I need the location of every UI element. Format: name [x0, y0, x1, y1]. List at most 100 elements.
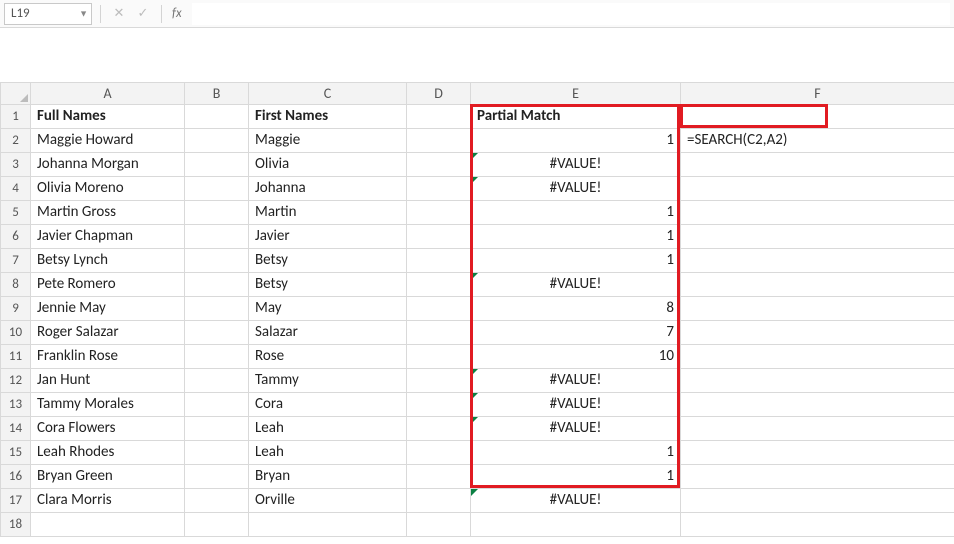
cell-E17[interactable]: #VALUE! [471, 489, 681, 513]
cell-D9[interactable] [407, 297, 471, 321]
col-header-C[interactable]: C [249, 83, 407, 105]
cell-E7[interactable]: 1 [471, 249, 681, 273]
cell-B12[interactable] [185, 369, 249, 393]
cell-F6[interactable] [681, 225, 954, 249]
row-header-2[interactable]: 2 [1, 129, 31, 153]
cell-A10[interactable]: Roger Salazar [31, 321, 185, 345]
cancel-formula-button[interactable]: ✕ [109, 4, 129, 24]
cell-D5[interactable] [407, 201, 471, 225]
select-all-corner[interactable] [1, 83, 31, 105]
cell-B8[interactable] [185, 273, 249, 297]
cell-B11[interactable] [185, 345, 249, 369]
row-header-7[interactable]: 7 [1, 249, 31, 273]
cell-F13[interactable] [681, 393, 954, 417]
cell-C12[interactable]: Tammy [249, 369, 407, 393]
cell-C8[interactable]: Betsy [249, 273, 407, 297]
cell-D12[interactable] [407, 369, 471, 393]
cell-C18[interactable] [249, 513, 407, 537]
row-header-8[interactable]: 8 [1, 273, 31, 297]
cell-C11[interactable]: Rose [249, 345, 407, 369]
cell-F17[interactable] [681, 489, 954, 513]
cell-E8[interactable]: #VALUE! [471, 273, 681, 297]
cell-F15[interactable] [681, 441, 954, 465]
cell-F10[interactable] [681, 321, 954, 345]
cell-D3[interactable] [407, 153, 471, 177]
cell-B14[interactable] [185, 417, 249, 441]
cell-E14[interactable]: #VALUE! [471, 417, 681, 441]
cell-B10[interactable] [185, 321, 249, 345]
row-header-10[interactable]: 10 [1, 321, 31, 345]
col-header-E[interactable]: E [471, 83, 681, 105]
cell-A4[interactable]: Olivia Moreno [31, 177, 185, 201]
cell-C10[interactable]: Salazar [249, 321, 407, 345]
cell-D15[interactable] [407, 441, 471, 465]
worksheet-grid[interactable]: A B C D E F 1Full NamesFirst NamesPartia… [0, 82, 954, 537]
cell-D17[interactable] [407, 489, 471, 513]
cell-B3[interactable] [185, 153, 249, 177]
row-header-13[interactable]: 13 [1, 393, 31, 417]
cell-B2[interactable] [185, 129, 249, 153]
cell-F9[interactable] [681, 297, 954, 321]
cell-E11[interactable]: 10 [471, 345, 681, 369]
cell-A8[interactable]: Pete Romero [31, 273, 185, 297]
cell-A5[interactable]: Martin Gross [31, 201, 185, 225]
row-header-6[interactable]: 6 [1, 225, 31, 249]
cell-B4[interactable] [185, 177, 249, 201]
cell-A7[interactable]: Betsy Lynch [31, 249, 185, 273]
row-header-16[interactable]: 16 [1, 465, 31, 489]
formula-input[interactable] [192, 3, 950, 25]
cell-A17[interactable]: Clara Morris [31, 489, 185, 513]
cell-D10[interactable] [407, 321, 471, 345]
cell-D13[interactable] [407, 393, 471, 417]
cell-F12[interactable] [681, 369, 954, 393]
cell-C3[interactable]: Olivia [249, 153, 407, 177]
row-header-14[interactable]: 14 [1, 417, 31, 441]
row-header-17[interactable]: 17 [1, 489, 31, 513]
col-header-A[interactable]: A [31, 83, 185, 105]
cell-E15[interactable]: 1 [471, 441, 681, 465]
cell-D6[interactable] [407, 225, 471, 249]
cell-F1[interactable] [681, 105, 954, 129]
cell-A16[interactable]: Bryan Green [31, 465, 185, 489]
cell-D18[interactable] [407, 513, 471, 537]
chevron-down-icon[interactable]: ▼ [79, 8, 88, 19]
cell-B5[interactable] [185, 201, 249, 225]
cell-A9[interactable]: Jennie May [31, 297, 185, 321]
cell-A12[interactable]: Jan Hunt [31, 369, 185, 393]
cell-B9[interactable] [185, 297, 249, 321]
cell-C9[interactable]: May [249, 297, 407, 321]
cell-D1[interactable] [407, 105, 471, 129]
cell-D7[interactable] [407, 249, 471, 273]
cell-C14[interactable]: Leah [249, 417, 407, 441]
cell-C1[interactable]: First Names [249, 105, 407, 129]
confirm-formula-button[interactable]: ✓ [133, 4, 153, 24]
cell-A14[interactable]: Cora Flowers [31, 417, 185, 441]
fx-icon[interactable]: fx [172, 6, 182, 21]
cell-F11[interactable] [681, 345, 954, 369]
cell-B7[interactable] [185, 249, 249, 273]
cell-B13[interactable] [185, 393, 249, 417]
cell-C13[interactable]: Cora [249, 393, 407, 417]
cell-A15[interactable]: Leah Rhodes [31, 441, 185, 465]
col-header-F[interactable]: F [681, 83, 954, 105]
cell-E5[interactable]: 1 [471, 201, 681, 225]
cell-F8[interactable] [681, 273, 954, 297]
cell-C6[interactable]: Javier [249, 225, 407, 249]
cell-A1[interactable]: Full Names [31, 105, 185, 129]
cell-D2[interactable] [407, 129, 471, 153]
cell-A13[interactable]: Tammy Morales [31, 393, 185, 417]
cell-E9[interactable]: 8 [471, 297, 681, 321]
cell-B15[interactable] [185, 441, 249, 465]
cell-C15[interactable]: Leah [249, 441, 407, 465]
cell-F7[interactable] [681, 249, 954, 273]
cell-E16[interactable]: 1 [471, 465, 681, 489]
row-header-15[interactable]: 15 [1, 441, 31, 465]
cell-C2[interactable]: Maggie [249, 129, 407, 153]
cell-F16[interactable] [681, 465, 954, 489]
row-header-5[interactable]: 5 [1, 201, 31, 225]
cell-A18[interactable] [31, 513, 185, 537]
cell-D4[interactable] [407, 177, 471, 201]
cell-E2[interactable]: 1 [471, 129, 681, 153]
cell-C17[interactable]: Orville [249, 489, 407, 513]
cell-B1[interactable] [185, 105, 249, 129]
